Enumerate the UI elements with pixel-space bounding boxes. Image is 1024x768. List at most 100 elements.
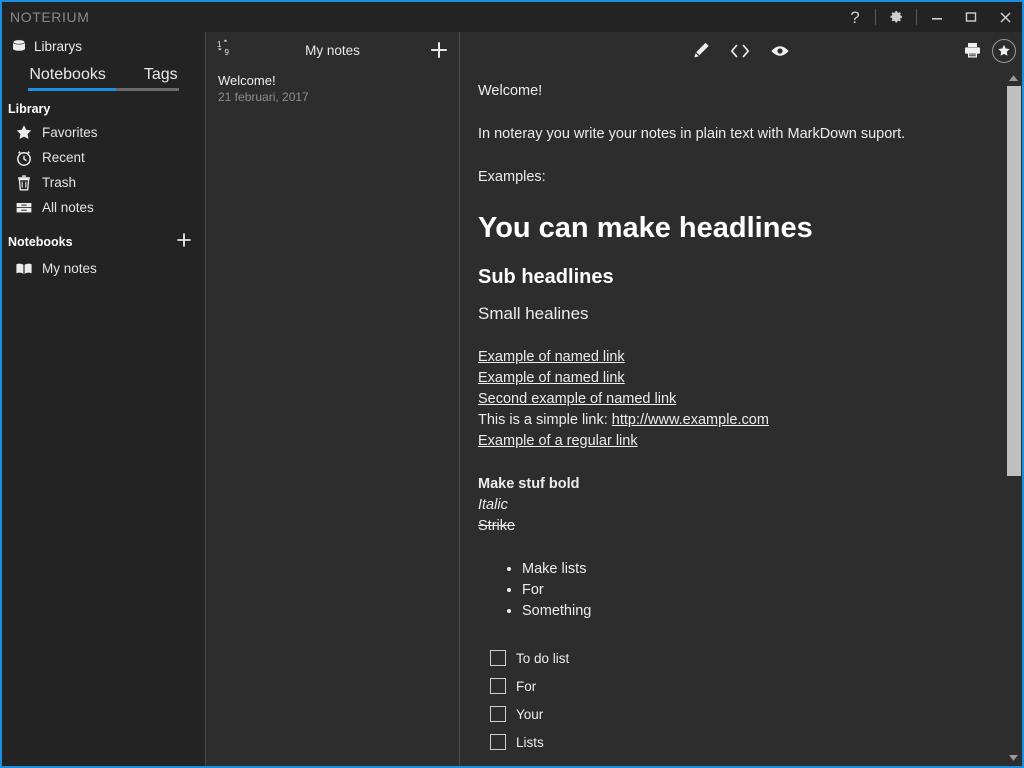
note-content: Welcome! In noteray you write your notes… [460,69,1022,766]
maximize-icon [965,12,977,22]
database-icon [12,39,26,51]
pencil-icon[interactable] [691,41,711,61]
checkbox[interactable] [490,734,506,750]
add-note-button[interactable] [427,40,449,60]
note-list-header: 1 9 My notes [206,32,459,68]
note-bullet-list: Make lists For Something [522,559,982,622]
note-examples-label: Examples: [478,169,546,185]
todo-label: For [516,678,537,694]
sidebar: Librarys Notebooks Tags Library Favorite… [2,32,206,766]
scrollbar-track[interactable] [1007,86,1021,749]
drawer-icon [14,198,33,217]
libraries-label: Librarys [34,38,83,54]
simple-link[interactable]: http://www.example.com [612,412,769,428]
library-heading-text: Library [8,102,51,116]
note-todo-list: To do list For Your Lists [490,644,982,756]
todo-item[interactable]: Your [490,700,982,728]
sort-numeric-icon[interactable]: 1 9 [216,38,238,63]
libraries-selector[interactable]: Librarys [2,32,205,60]
notebooks-heading-text: Notebooks [8,234,73,249]
gear-icon [890,11,902,23]
sidebar-item-label: My notes [42,261,97,276]
title-bar: NOTERIUM ? [2,2,1022,32]
help-button[interactable]: ? [838,2,872,32]
scroll-up-arrow-icon[interactable] [1005,69,1022,86]
link-row: Example of named link [478,368,982,389]
link-row: Example of named link [478,347,982,368]
todo-label: Lists [516,734,544,750]
scrollbar-thumb[interactable] [1007,86,1021,476]
tab-notebooks[interactable]: Notebooks [25,64,110,91]
sidebar-item-favorites[interactable]: Favorites [2,120,205,145]
window-controls: ? [838,2,1022,32]
sidebar-item-label: Favorites [42,125,98,140]
divider [875,9,876,25]
note-title: Welcome! [218,73,276,88]
trash-icon [14,173,33,192]
minimize-icon [932,18,942,20]
tab-tags[interactable]: Tags [140,64,182,91]
tab-inactive-indicator [115,88,179,91]
named-link[interactable]: Example of named link [478,349,625,365]
clock-icon [14,148,33,167]
minimize-button[interactable] [920,2,954,32]
plus-icon [431,42,447,58]
note-h3: Small healines [478,304,589,323]
maximize-button[interactable] [954,2,988,32]
scroll-down-arrow-icon[interactable] [1005,749,1022,766]
note-list-title: My notes [305,42,360,58]
sidebar-item-label: All notes [42,200,94,215]
note-h2: Sub headlines [478,266,614,288]
editor-panel: Welcome! In noteray you write your notes… [460,32,1022,766]
star-circle-icon[interactable] [992,38,1016,63]
code-icon[interactable] [729,42,751,60]
note-h1: You can make headlines [478,212,813,244]
todo-item[interactable]: Lists [490,728,982,756]
question-mark-icon: ? [850,7,860,27]
named-link[interactable]: Second example of named link [478,391,676,407]
sidebar-tabs: Notebooks Tags [2,64,205,91]
sidebar-item-all-notes[interactable]: All notes [2,195,205,220]
todo-item[interactable]: To do list [490,644,982,672]
note-list-panel: 1 9 My notes Welcome! 21 februari, 2017 [206,32,460,766]
close-button[interactable] [988,2,1022,32]
sidebar-item-label: Trash [42,175,77,190]
book-icon [14,259,33,278]
divider [916,9,917,25]
close-icon [999,11,1011,23]
link-row: Example of a regular link [478,431,982,452]
sidebar-item-label: Recent [42,150,85,165]
note-formats: Make stuf bold Italic Strike [478,474,982,537]
eye-icon[interactable] [769,42,791,60]
sidebar-item-trash[interactable]: Trash [2,170,205,195]
link-row: This is a simple link: http://www.exampl… [478,410,982,431]
tab-active-indicator [28,88,116,91]
sidebar-item-recent[interactable]: Recent [2,145,205,170]
editor-scrollbar[interactable] [1005,69,1022,766]
add-notebook-button[interactable] [175,231,193,252]
italic-text: Italic [478,497,508,513]
notebooks-section-heading: Notebooks [2,220,205,256]
checkbox[interactable] [490,678,506,694]
list-item: Something [522,601,982,622]
printer-icon[interactable] [963,41,982,60]
editor-actions [963,32,1016,69]
checkbox[interactable] [490,650,506,666]
settings-button[interactable] [879,2,913,32]
list-item: Make lists [522,559,982,580]
checkbox[interactable] [490,706,506,722]
regular-link[interactable]: Example of a regular link [478,433,638,449]
link-row: Second example of named link [478,389,982,410]
strike-text: Strike [478,518,516,534]
tabs-underline [28,88,179,91]
library-section-heading: Library [2,91,205,120]
todo-label: Your [516,706,544,722]
sidebar-item-my-notes[interactable]: My notes [2,256,205,281]
list-item[interactable]: Welcome! 21 februari, 2017 [206,68,459,112]
named-link[interactable]: Example of named link [478,370,625,386]
list-item: For [522,580,982,601]
main-body: Librarys Notebooks Tags Library Favorite… [2,32,1022,766]
link-prefix: This is a simple link: [478,412,612,428]
todo-item[interactable]: For [490,672,982,700]
todo-label: To do list [516,650,570,666]
